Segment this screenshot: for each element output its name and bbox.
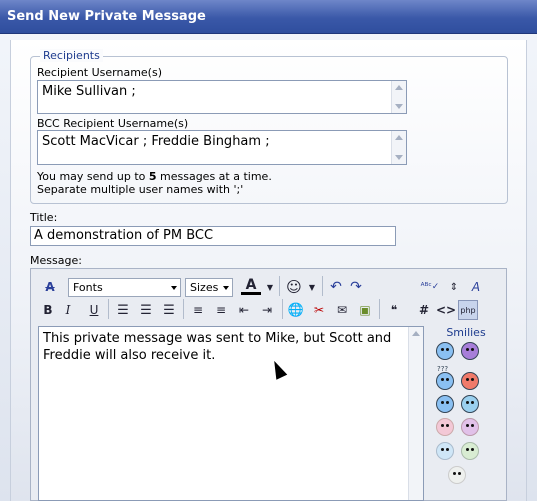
- spellcheck-icon[interactable]: ᴬᴮᶜ✓: [420, 277, 440, 297]
- faded-smiley-icon[interactable]: [448, 466, 466, 484]
- insert-image-icon[interactable]: ▣: [355, 300, 375, 320]
- bcc-input[interactable]: Scott MacVicar ; Freddie Bingham ;: [37, 130, 407, 165]
- smile-smiley-icon[interactable]: [436, 442, 454, 460]
- insert-link-icon[interactable]: 🌐: [286, 300, 306, 320]
- color-dropdown-icon[interactable]: ▼: [260, 277, 280, 297]
- bcc-scrollbar[interactable]: [391, 131, 406, 164]
- bcc-value: Scott MacVicar ; Freddie Bingham ;: [42, 134, 270, 149]
- grin-smiley-icon[interactable]: [436, 395, 454, 413]
- undo-icon[interactable]: ↶: [326, 277, 346, 297]
- size-select[interactable]: Sizes: [185, 278, 233, 297]
- remove-format-icon[interactable]: A: [40, 277, 60, 297]
- love-smiley-icon[interactable]: [436, 418, 454, 436]
- align-center-icon[interactable]: ☰: [136, 300, 156, 320]
- align-left-icon[interactable]: ☰: [113, 300, 133, 320]
- title-value: A demonstration of PM BCC: [34, 228, 214, 243]
- title-bar: Send New Private Message: [0, 0, 537, 34]
- unordered-list-icon[interactable]: ≡: [211, 300, 231, 320]
- mad-smiley-icon[interactable]: [461, 342, 479, 360]
- recipients-legend: Recipients: [40, 49, 103, 62]
- smiley-insert-icon[interactable]: ☺: [284, 277, 304, 297]
- message-label: Message:: [30, 254, 82, 267]
- outdent-icon[interactable]: ⇤: [234, 300, 254, 320]
- cool-smiley-icon[interactable]: [436, 342, 454, 360]
- angry-smiley-icon[interactable]: [461, 372, 479, 390]
- text-color-icon[interactable]: A: [241, 277, 261, 295]
- underline-icon[interactable]: U: [84, 300, 104, 320]
- redo-icon[interactable]: ↷: [346, 277, 366, 297]
- html-icon[interactable]: <>: [436, 300, 456, 320]
- confused-smiley-icon[interactable]: [436, 372, 454, 390]
- title-label: Title:: [30, 211, 58, 224]
- message-scrollbar[interactable]: [408, 327, 423, 500]
- italic-icon[interactable]: I: [58, 300, 78, 320]
- indent-icon[interactable]: ⇥: [257, 300, 277, 320]
- separator-note: Separate multiple user names with ';': [37, 183, 244, 196]
- teeth-smiley-icon[interactable]: [461, 442, 479, 460]
- recipient-value: Mike Sullivan ;: [42, 84, 136, 99]
- window: Send New Private Message Recipients Reci…: [0, 0, 537, 501]
- code-icon[interactable]: #: [414, 300, 434, 320]
- bold-icon[interactable]: B: [38, 300, 58, 320]
- smilies-panel: Smilies ???: [428, 326, 504, 501]
- remove-link-icon[interactable]: ✂: [309, 300, 329, 320]
- recipient-scrollbar[interactable]: [391, 81, 406, 113]
- insert-email-icon[interactable]: ✉: [332, 300, 352, 320]
- tongue-smiley-icon[interactable]: [461, 418, 479, 436]
- eek-smiley-icon[interactable]: [461, 395, 479, 413]
- smilies-title: Smilies: [446, 326, 486, 339]
- ordered-list-icon[interactable]: ≡: [188, 300, 208, 320]
- align-right-icon[interactable]: ☰: [159, 300, 179, 320]
- php-icon[interactable]: php: [458, 300, 478, 320]
- recipient-label: Recipient Username(s): [37, 66, 162, 79]
- window-title: Send New Private Message: [7, 9, 206, 24]
- bcc-label: BCC Recipient Username(s): [37, 117, 189, 130]
- recipient-input[interactable]: Mike Sullivan ;: [37, 80, 407, 114]
- font-select[interactable]: Fonts: [68, 278, 181, 297]
- message-text: This private message was sent to Mike, b…: [43, 331, 392, 363]
- smiley-dropdown-icon[interactable]: ▼: [302, 277, 322, 297]
- resize-icon[interactable]: ⇕: [444, 277, 464, 297]
- message-textarea[interactable]: This private message was sent to Mike, b…: [38, 326, 424, 501]
- switch-mode-icon[interactable]: A: [466, 277, 486, 297]
- title-input[interactable]: A demonstration of PM BCC: [30, 226, 396, 246]
- send-limit-note: You may send up to 5 messages at a time.: [37, 170, 272, 183]
- quote-icon[interactable]: ❝: [384, 300, 404, 320]
